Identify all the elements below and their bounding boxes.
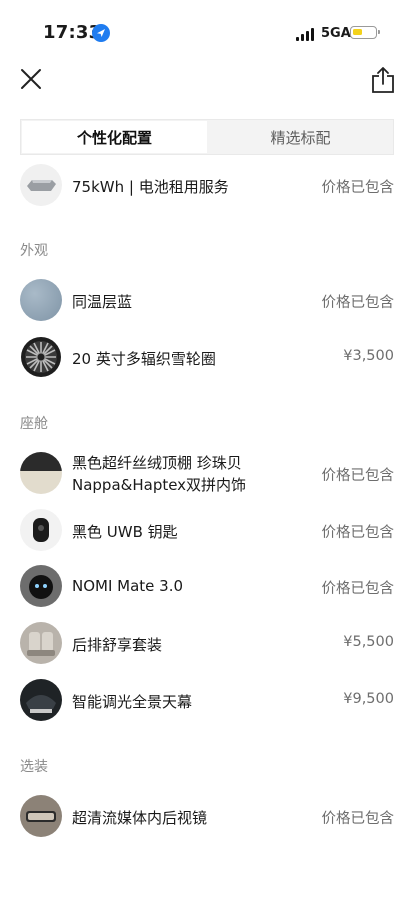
- network-type: 5GA: [321, 26, 351, 41]
- close-icon[interactable]: [18, 66, 44, 92]
- item-price: 价格已包含: [321, 180, 395, 196]
- item-price: ¥5,500: [343, 634, 394, 650]
- paint-color-swatch: [20, 279, 62, 321]
- item-price: 价格已包含: [321, 581, 395, 597]
- status-bar: 17:33 5GA: [0, 0, 414, 64]
- interior-trim-swatch: [20, 452, 62, 494]
- item-label: 20 英寸多辐织雪轮圈: [72, 350, 216, 368]
- list-item-paint[interactable]: 同温层蓝 价格已包含: [20, 279, 394, 323]
- rear-seat-thumbnail: [20, 622, 62, 664]
- item-label: NOMI Mate 3.0: [72, 577, 184, 595]
- item-label: 黑色 UWB 钥匙: [72, 523, 178, 541]
- tab-selected-standard[interactable]: 精选标配: [208, 120, 393, 154]
- item-price: 价格已包含: [321, 295, 395, 311]
- item-label: 同温层蓝: [72, 293, 133, 311]
- list-item-battery[interactable]: 75kWh | 电池租用服务 价格已包含: [20, 164, 394, 208]
- item-price: 价格已包含: [321, 811, 395, 827]
- wheel-thumbnail: [20, 336, 62, 378]
- list-item-nomi[interactable]: NOMI Mate 3.0 价格已包含: [20, 565, 394, 609]
- item-price: 价格已包含: [321, 525, 395, 541]
- list-item-sunroof[interactable]: 智能调光全景天幕 ¥9,500: [20, 679, 394, 723]
- item-price: 价格已包含: [321, 468, 395, 484]
- list-item-uwb-key[interactable]: 黑色 UWB 钥匙 价格已包含: [20, 509, 394, 553]
- uwb-key-thumbnail: [20, 509, 62, 551]
- item-label: 后排舒享套装: [72, 636, 163, 654]
- rearview-mirror-thumbnail: [20, 795, 62, 837]
- item-price: ¥3,500: [343, 348, 394, 364]
- list-item-rearview-mirror[interactable]: 超清流媒体内后视镜 价格已包含: [20, 795, 394, 839]
- item-label: 超清流媒体内后视镜: [72, 809, 208, 827]
- config-tabs: 个性化配置 精选标配: [20, 119, 394, 155]
- battery-pack-thumbnail: [20, 164, 62, 206]
- cellular-signal-icon: [296, 28, 316, 41]
- item-label: 75kWh | 电池租用服务: [72, 178, 229, 196]
- item-label: 黑色超纤丝绒顶棚 珍珠贝 Nappa&Haptex双拼内饰: [72, 454, 247, 494]
- sunroof-thumbnail: [20, 679, 62, 721]
- tab-personalized-config[interactable]: 个性化配置: [22, 121, 207, 153]
- section-title-cabin: 座舱: [20, 416, 48, 432]
- nomi-thumbnail: [20, 565, 62, 607]
- list-item-rear-comfort[interactable]: 后排舒享套装 ¥5,500: [20, 622, 394, 666]
- battery-icon: [350, 26, 380, 39]
- share-icon[interactable]: [370, 66, 396, 94]
- item-price: ¥9,500: [343, 691, 394, 707]
- list-item-interior[interactable]: 黑色超纤丝绒顶棚 珍珠贝 Nappa&Haptex双拼内饰 价格已包含: [20, 452, 394, 496]
- section-title-options: 选装: [20, 759, 48, 775]
- section-title-exterior: 外观: [20, 243, 48, 259]
- list-item-wheels[interactable]: 20 英寸多辐织雪轮圈 ¥3,500: [20, 336, 394, 380]
- location-arrow-icon: [92, 24, 110, 42]
- item-label: 智能调光全景天幕: [72, 693, 193, 711]
